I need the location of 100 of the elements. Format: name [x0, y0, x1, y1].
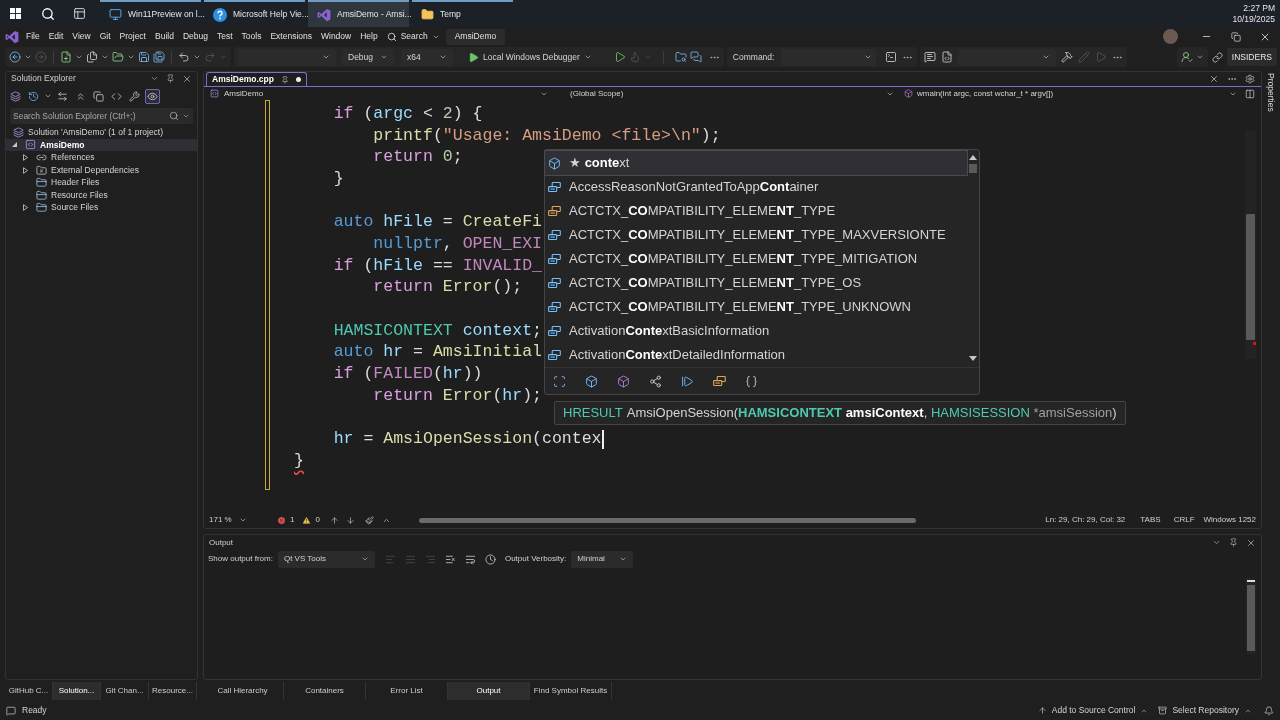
- list-x-icon[interactable]: [444, 553, 456, 565]
- tool-window-tab[interactable]: Git Chan...: [101, 681, 149, 700]
- tool-window-tab[interactable]: Output: [448, 681, 530, 700]
- search-icon[interactable]: [41, 6, 55, 21]
- folder-open-icon[interactable]: [112, 51, 124, 63]
- caret-icon[interactable]: [24, 53, 32, 61]
- close-icon[interactable]: [1209, 74, 1219, 84]
- caret-icon[interactable]: [864, 53, 873, 61]
- tool-toggle[interactable]: [127, 88, 142, 104]
- save-icon[interactable]: [138, 51, 150, 63]
- play-icon[interactable]: [613, 51, 626, 63]
- caret-icon[interactable]: [75, 53, 83, 61]
- caret-icon[interactable]: [1042, 53, 1051, 61]
- menu-item[interactable]: Help: [360, 30, 378, 43]
- user-check-icon[interactable]: [1180, 51, 1193, 63]
- clock[interactable]: 2:27 PM 10/19/2025: [1232, 2, 1275, 25]
- completion-item[interactable]: ACTCTX_COMPATIBILITY_ELEMENT_TYPE_MAXVERSIONTE: [545, 223, 967, 247]
- caret-icon[interactable]: [44, 92, 52, 100]
- scrollbar-thumb[interactable]: [969, 164, 977, 173]
- code-file-icon[interactable]: [941, 51, 954, 63]
- vertical-scrollbar[interactable]: [1245, 131, 1256, 359]
- menu-item[interactable]: Window: [321, 30, 352, 43]
- bell-icon[interactable]: [1264, 705, 1274, 716]
- caret-icon[interactable]: [322, 53, 330, 61]
- taskbar-app[interactable]: AmsiDemo - Amsi...: [308, 0, 409, 27]
- files-icon[interactable]: [86, 51, 98, 63]
- menu-item[interactable]: File: [26, 30, 40, 43]
- tree-item[interactable]: Solution 'AmsiDemo' (1 of 1 project): [6, 126, 197, 139]
- chevron-down-icon[interactable]: [150, 74, 159, 83]
- arrow-down-icon[interactable]: [345, 515, 355, 525]
- cube-icon[interactable]: [617, 374, 630, 388]
- collapse-arrow-icon[interactable]: [11, 142, 17, 148]
- command-field[interactable]: [781, 48, 877, 66]
- caret-icon[interactable]: [239, 516, 247, 524]
- restore-icon[interactable]: [1231, 31, 1241, 42]
- properties-tab[interactable]: Properties: [1264, 73, 1278, 112]
- tool-toggle[interactable]: [8, 88, 23, 104]
- platform-dropdown[interactable]: x64: [401, 48, 453, 66]
- caret-icon[interactable]: [380, 53, 388, 61]
- repository-button[interactable]: Select Repository: [1158, 704, 1252, 717]
- folder-search-icon[interactable]: [674, 51, 687, 63]
- line-endings-setting[interactable]: CRLF: [1173, 514, 1195, 526]
- completion-item[interactable]: ACTCTX_COMPATIBILITY_ELEMENT_TYPE_MITIGATION: [545, 247, 967, 271]
- cursor-position[interactable]: Ln: 29, Ch: 29, Col: 32: [1045, 514, 1126, 526]
- vertical-scrollbar[interactable]: [1246, 578, 1256, 654]
- step-forward-icon[interactable]: [681, 374, 694, 388]
- tool-window-tab[interactable]: Find Symbol Results: [530, 681, 612, 700]
- menu-item[interactable]: Edit: [48, 30, 64, 43]
- error-icon[interactable]: [277, 515, 286, 525]
- scroll-down-arrow-icon[interactable]: [969, 356, 977, 361]
- caret-icon[interactable]: [1195, 53, 1204, 61]
- close-icon[interactable]: [1246, 537, 1256, 548]
- tool-window-tab[interactable]: Call Hierarchy: [202, 681, 284, 700]
- scroll-up-arrow-icon[interactable]: [969, 155, 977, 160]
- arrow-up-icon[interactable]: [329, 515, 339, 525]
- pin-icon[interactable]: [166, 74, 175, 83]
- wrap-text-icon[interactable]: [464, 553, 476, 565]
- split-view-icon[interactable]: [1245, 88, 1255, 99]
- save-all-icon[interactable]: [153, 51, 165, 63]
- completion-item[interactable]: ★ context: [545, 151, 967, 175]
- hammer-icon[interactable]: [1061, 51, 1074, 63]
- warning-icon[interactable]: [302, 515, 312, 525]
- clock-icon[interactable]: [484, 553, 496, 565]
- pin-icon[interactable]: [1229, 538, 1238, 547]
- chevron-down-icon[interactable]: [1212, 538, 1221, 547]
- brush-icon[interactable]: [364, 515, 374, 525]
- completion-item[interactable]: ActivationContextBasicInformation: [545, 319, 967, 343]
- completion-item[interactable]: ACTCTX_COMPATIBILITY_ELEMENT_TYPE_OS: [545, 271, 967, 295]
- menu-item[interactable]: Build: [155, 30, 174, 43]
- nodes-icon[interactable]: [649, 374, 662, 388]
- output-source-dropdown[interactable]: Qt VS Tools: [277, 550, 375, 568]
- zoom-dropdown[interactable]: 171 %: [209, 514, 247, 526]
- insiders-button[interactable]: INSIDERS: [1226, 48, 1277, 66]
- configuration-dropdown[interactable]: Debug: [342, 48, 394, 66]
- project-dropdown[interactable]: AmsiDemo: [210, 87, 548, 100]
- terminal-icon[interactable]: [885, 51, 898, 63]
- back-icon[interactable]: [9, 51, 21, 63]
- tree-item[interactable]: References: [6, 151, 197, 164]
- taskbar-app[interactable]: Temp: [412, 0, 513, 27]
- settings-icon[interactable]: [1245, 74, 1255, 84]
- message-icon[interactable]: [6, 705, 16, 716]
- completion-item[interactable]: ActivationContextDetailedInformation: [545, 343, 967, 367]
- tree-item[interactable]: Source Files: [6, 201, 197, 215]
- menu-item[interactable]: Project: [119, 30, 146, 43]
- caret-icon[interactable]: [360, 555, 369, 563]
- chat-bubbles-icon[interactable]: [689, 51, 702, 63]
- scope-dropdown[interactable]: (Global Scope): [556, 87, 894, 100]
- expand-arrow-icon[interactable]: [22, 166, 28, 174]
- completion-item[interactable]: AccessReasonNotGrantedToAppContainer: [545, 175, 967, 199]
- tool-toggle[interactable]: [91, 88, 106, 104]
- task-view-icon[interactable]: [73, 7, 86, 20]
- expand-arrow-icon[interactable]: [22, 154, 28, 161]
- encoding-setting[interactable]: Windows 1252: [1203, 514, 1256, 526]
- menu-item[interactable]: Test: [216, 30, 233, 43]
- file-plus-icon[interactable]: [60, 51, 72, 63]
- start-menu-icon[interactable]: [10, 8, 21, 19]
- completion-item[interactable]: ACTCTX_COMPATIBILITY_ELEMENT_TYPE_UNKNOWN: [545, 295, 967, 319]
- menu-item[interactable]: Extensions: [270, 30, 312, 43]
- cube-icon[interactable]: [585, 374, 598, 388]
- caret-icon[interactable]: [101, 53, 109, 61]
